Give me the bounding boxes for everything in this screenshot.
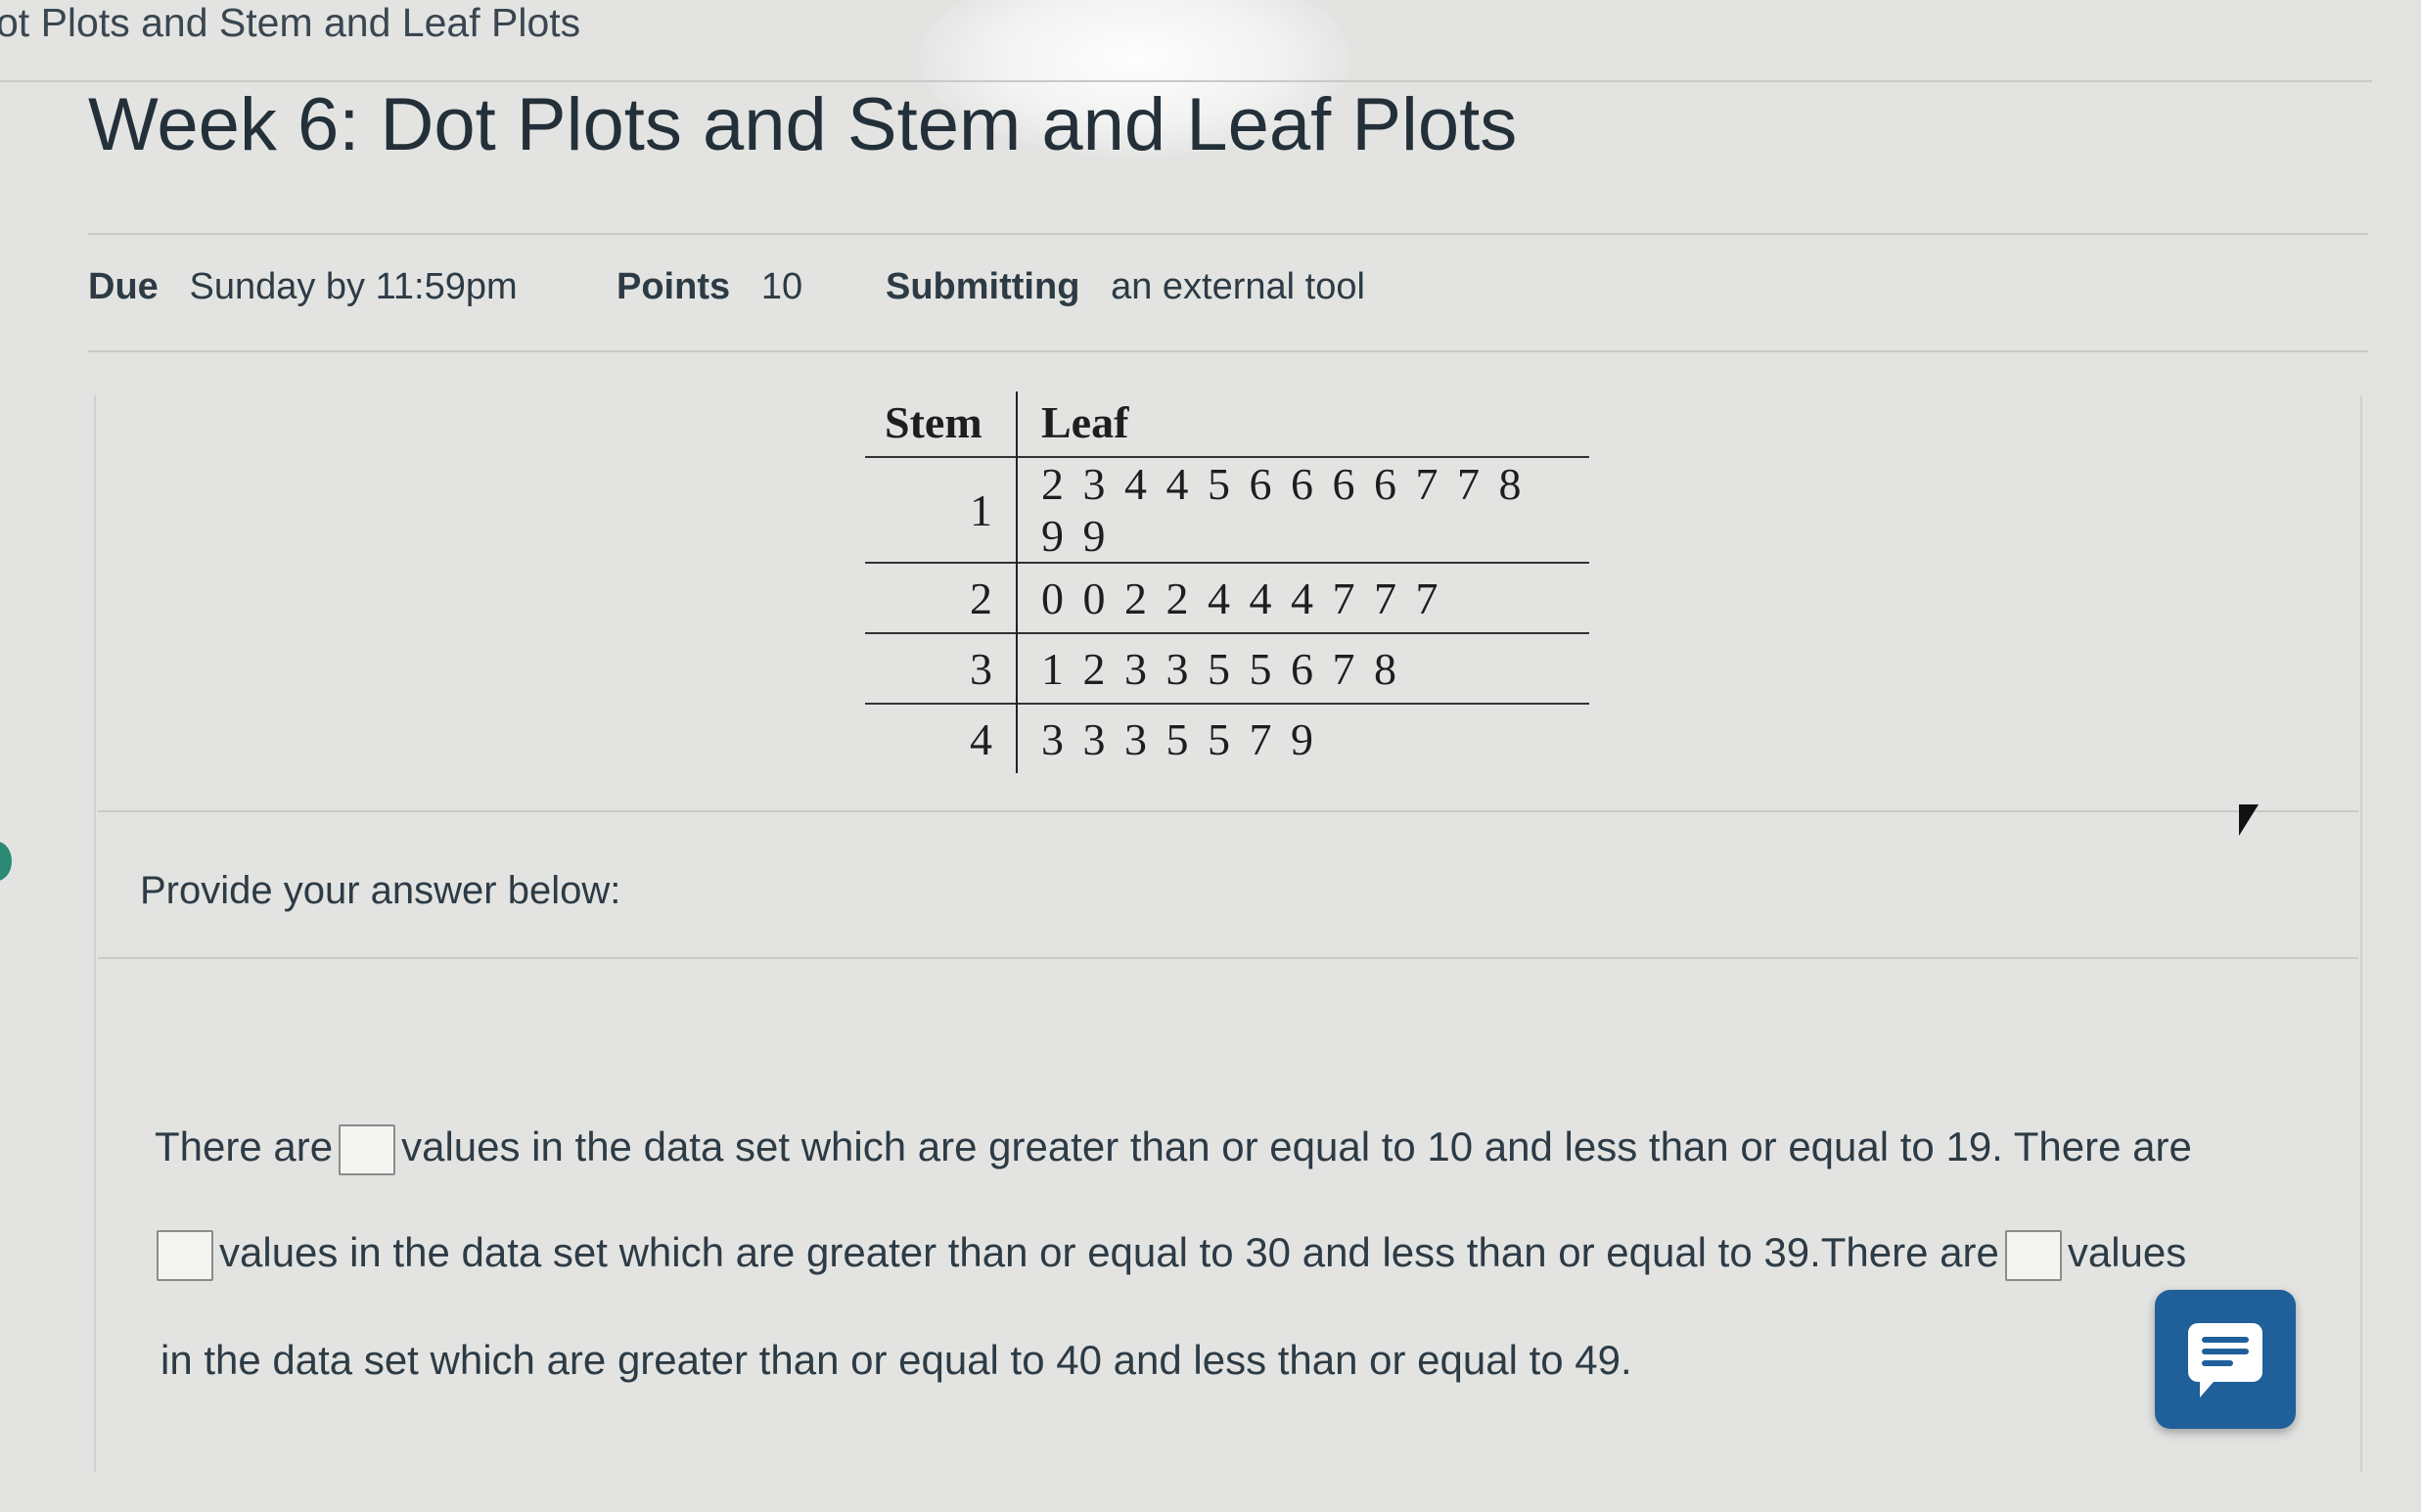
table-row: 4 3 3 3 5 5 7 9	[865, 703, 1589, 773]
question-text: values in the data set which are greater…	[219, 1229, 1999, 1275]
question-line-3: in the data set which are greater than o…	[160, 1337, 1632, 1384]
stem-leaf-table: Stem Leaf 1 2 3 4 4 5 6 6 6 6 7 7 8 9 9 …	[865, 391, 1589, 773]
side-indicator	[0, 842, 12, 881]
question-line-2: values in the data set which are greater…	[157, 1229, 2186, 1281]
submitting-info: Submitting an external tool	[886, 266, 1365, 308]
divider	[88, 233, 2368, 235]
question-text: There are	[155, 1123, 334, 1169]
submitting-value: an external tool	[1111, 266, 1365, 307]
stem-cell: 3	[865, 632, 1018, 704]
question-text: values	[2067, 1229, 2187, 1275]
answer-input-1[interactable]	[339, 1123, 396, 1175]
table-row: 1 2 3 4 4 5 6 6 6 6 7 7 8 9 9	[865, 456, 1589, 563]
due-label: Due	[88, 266, 159, 307]
due-value: Sunday by 11:59pm	[189, 266, 518, 307]
answer-input-2[interactable]	[157, 1229, 213, 1281]
leaf-header: Leaf	[1041, 396, 1129, 447]
due-info: Due Sunday by 11:59pm	[88, 266, 518, 308]
question-line-1: There are values in the data set which ar…	[155, 1123, 2192, 1175]
leaf-cell: 1 2 3 3 5 5 6 7 8	[1017, 632, 1589, 704]
submitting-label: Submitting	[886, 266, 1080, 307]
mouse-pointer-icon	[2239, 804, 2259, 836]
panel-border	[2360, 395, 2362, 1472]
answer-prompt: Provide your answer below:	[140, 869, 621, 912]
divider	[98, 810, 2358, 812]
leaf-cell: 0 0 2 2 4 4 4 7 7 7	[1017, 562, 1589, 633]
question-text: values in the data set which are greater…	[401, 1123, 2192, 1169]
table-row: 3 1 2 3 3 5 5 6 7 8	[865, 632, 1589, 704]
chat-icon	[2188, 1323, 2262, 1397]
leaf-cell: 2 3 4 4 5 6 6 6 6 7 7 8 9 9	[1017, 456, 1589, 563]
stem-cell: 1	[865, 456, 1018, 563]
chat-button[interactable]	[2155, 1290, 2296, 1429]
question-text: in the data set which are greater than o…	[160, 1337, 1632, 1383]
panel-border	[94, 395, 96, 1472]
points-value: 10	[760, 266, 803, 307]
leaf-cell: 3 3 3 5 5 7 9	[1017, 703, 1589, 773]
stem-header: Stem	[865, 391, 1018, 457]
divider	[98, 957, 2358, 959]
stem-cell: 4	[865, 703, 1018, 773]
points-label: Points	[617, 266, 731, 307]
page-title: Week 6: Dot Plots and Stem and Leaf Plot…	[88, 83, 1518, 166]
divider	[88, 350, 2368, 352]
answer-input-3[interactable]	[2004, 1229, 2062, 1281]
points-info: Points 10	[617, 266, 802, 308]
stem-cell: 2	[865, 562, 1018, 633]
breadcrumb[interactable]: ot Plots and Stem and Leaf Plots	[0, 0, 580, 46]
table-row: 2 0 0 2 2 4 4 4 7 7 7	[865, 562, 1589, 633]
